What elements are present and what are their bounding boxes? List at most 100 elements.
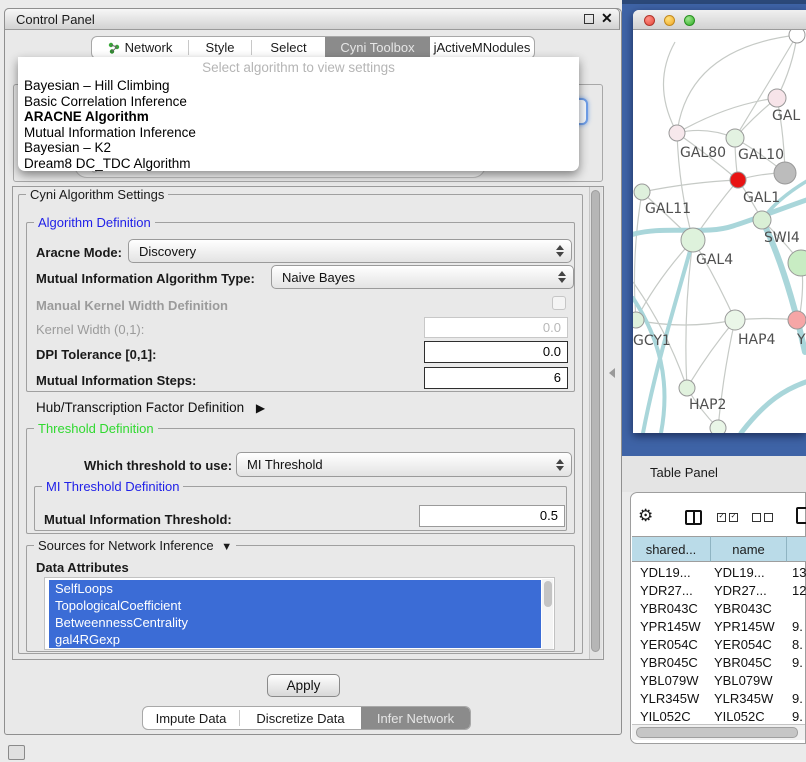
node-label: GAL11 [645, 201, 691, 217]
columns-icon[interactable] [685, 510, 702, 525]
float-icon[interactable] [584, 14, 594, 24]
settings-scrollbar-thumb[interactable] [591, 190, 600, 652]
network-node-gal-cut[interactable] [768, 89, 786, 107]
network-node-swi4[interactable] [753, 211, 771, 229]
table-cell[interactable]: YER054C [714, 637, 784, 655]
dpi-tolerance-field[interactable]: 0.0 [424, 341, 568, 363]
table-mode-icon[interactable] [796, 507, 806, 524]
tab-discretize-data[interactable]: Discretize Data [240, 707, 361, 729]
mi-steps-field[interactable]: 6 [424, 367, 568, 389]
table-cell[interactable]: YBL079W [714, 673, 784, 691]
table-cell[interactable]: YLR345W [714, 691, 784, 709]
network-node-gal1[interactable] [730, 172, 746, 188]
network-node-gcy1[interactable] [633, 312, 644, 328]
network-node-hap2[interactable] [679, 380, 695, 396]
table-cell[interactable]: YLR345W [640, 691, 708, 709]
tab-label: Network [125, 40, 173, 55]
algorithm-option[interactable]: Dream8 DC_TDC Algorithm [24, 156, 564, 172]
network-node-y-cut[interactable] [788, 311, 806, 329]
screen: Control Panel ✕ Network Style Select Cyn… [0, 0, 806, 762]
zoom-traffic-light-icon[interactable] [684, 15, 695, 26]
divider-collapse-icon[interactable] [609, 368, 615, 378]
network-node-unlabeled-bottom[interactable] [710, 420, 726, 433]
table-cell[interactable]: 13 [792, 565, 806, 583]
node-label: SWI4 [764, 230, 800, 246]
sources-group-title[interactable]: Sources for Network Inference ▼ [34, 538, 236, 553]
column-header-shared-name[interactable]: shared... [632, 536, 711, 562]
manual-kernel-label: Manual Kernel Width Definition [36, 298, 228, 313]
attribute-item[interactable]: SelfLoops [49, 580, 541, 597]
mi-type-label: Mutual Information Algorithm Type: [36, 271, 255, 286]
tab-jactivemnodules[interactable]: jActiveMNodules [430, 37, 534, 58]
minimize-traffic-light-icon[interactable] [664, 15, 675, 26]
attribute-item[interactable]: gal4RGexp [49, 631, 541, 648]
table-cell[interactable]: YBR043C [640, 601, 708, 619]
table-cell[interactable]: 8. [792, 637, 806, 655]
algorithm-option[interactable]: Basic Correlation Inference [24, 94, 564, 110]
table-cell[interactable]: YDR27... [640, 583, 708, 601]
table-hscrollbar-thumb[interactable] [636, 727, 798, 738]
table-cell[interactable]: 9. [792, 619, 806, 637]
tab-style[interactable]: Style [189, 37, 251, 58]
table-cell[interactable]: 9. [792, 691, 806, 709]
mi-type-combo[interactable]: Naive Bayes [271, 265, 574, 289]
attribute-item[interactable]: TopologicalCoefficient [49, 597, 541, 614]
table-cell[interactable]: YER054C [640, 637, 708, 655]
control-panel-titlebar[interactable] [4, 8, 620, 30]
aracne-mode-combo[interactable]: Discovery [128, 239, 572, 263]
apply-button[interactable]: Apply [267, 674, 340, 697]
manual-kernel-checkbox[interactable] [552, 296, 566, 310]
algorithm-option[interactable]: Bayesian – Hill Climbing [24, 78, 564, 94]
network-node-gal4[interactable] [681, 228, 705, 252]
table-cell[interactable] [792, 673, 806, 691]
table-cell[interactable]: YBR045C [714, 655, 784, 673]
table-cell[interactable]: YBR043C [714, 601, 784, 619]
column-header-cut[interactable] [787, 536, 806, 562]
list-scrollbar-thumb[interactable] [544, 581, 552, 607]
table-cell[interactable]: 9. [792, 655, 806, 673]
table-cell[interactable]: YPR145W [640, 619, 708, 637]
network-node-gray[interactable] [774, 162, 796, 184]
network-canvas[interactable]: GAL GAL80 GAL10 GAL1 GAL11 SWI4 GAL4 GCY… [633, 30, 806, 433]
select-all-icon[interactable]: ✓ ✓ [717, 513, 738, 522]
which-threshold-combo[interactable]: MI Threshold [236, 452, 572, 477]
tab-infer-network[interactable]: Infer Network [361, 707, 470, 729]
tab-select[interactable]: Select [252, 37, 325, 58]
table-cell[interactable]: 12 [792, 583, 806, 601]
table-cell[interactable]: YDR27... [714, 583, 784, 601]
algorithm-option[interactable]: Mutual Information Inference [24, 125, 564, 141]
network-node-hap4[interactable] [725, 310, 745, 330]
mi-threshold-field[interactable]: 0.5 [419, 505, 565, 527]
kernel-width-field[interactable]: 0.0 [424, 317, 568, 338]
close-icon[interactable]: ✕ [601, 10, 613, 27]
tab-impute-data[interactable]: Impute Data [143, 707, 239, 729]
tab-network[interactable]: Network [92, 37, 188, 58]
table-cell[interactable] [792, 601, 806, 619]
table-cell[interactable]: YBR045C [640, 655, 708, 673]
hub-definition-toggle[interactable]: Hub/Transcription Factor Definition ▶ [36, 400, 265, 415]
spinner-arrows-icon [557, 271, 566, 283]
node-label: GAL80 [680, 145, 726, 161]
unchecked-box-icon [752, 513, 761, 522]
table-cell[interactable]: YBL079W [640, 673, 708, 691]
close-traffic-light-icon[interactable] [644, 15, 655, 26]
table-cell[interactable]: YDL19... [640, 565, 708, 583]
network-node-gal10[interactable] [726, 129, 744, 147]
network-node-gal80[interactable] [669, 125, 685, 141]
docked-panel-icon[interactable] [8, 745, 25, 760]
table-cell[interactable]: YPR145W [714, 619, 784, 637]
network-node-gal11[interactable] [634, 184, 650, 200]
algorithm-option-selected[interactable]: ARACNE Algorithm [24, 109, 564, 125]
tab-cyni-toolbox[interactable]: Cyni Toolbox [325, 37, 430, 58]
column-header-name[interactable]: name [711, 536, 787, 562]
network-window-titlebar[interactable] [633, 10, 806, 30]
network-node-right-large[interactable] [788, 250, 806, 276]
gear-icon[interactable]: ⚙ [638, 506, 653, 526]
mi-steps-label: Mutual Information Steps: [36, 373, 196, 388]
network-node-unlabeled-top[interactable] [789, 30, 805, 43]
table-cell[interactable]: YDL19... [714, 565, 784, 583]
attribute-item[interactable]: BetweennessCentrality [49, 614, 541, 631]
algorithm-option[interactable]: Bayesian – K2 [24, 140, 564, 156]
deselect-all-icon[interactable] [752, 513, 773, 522]
checked-box-icon: ✓ [717, 513, 726, 522]
